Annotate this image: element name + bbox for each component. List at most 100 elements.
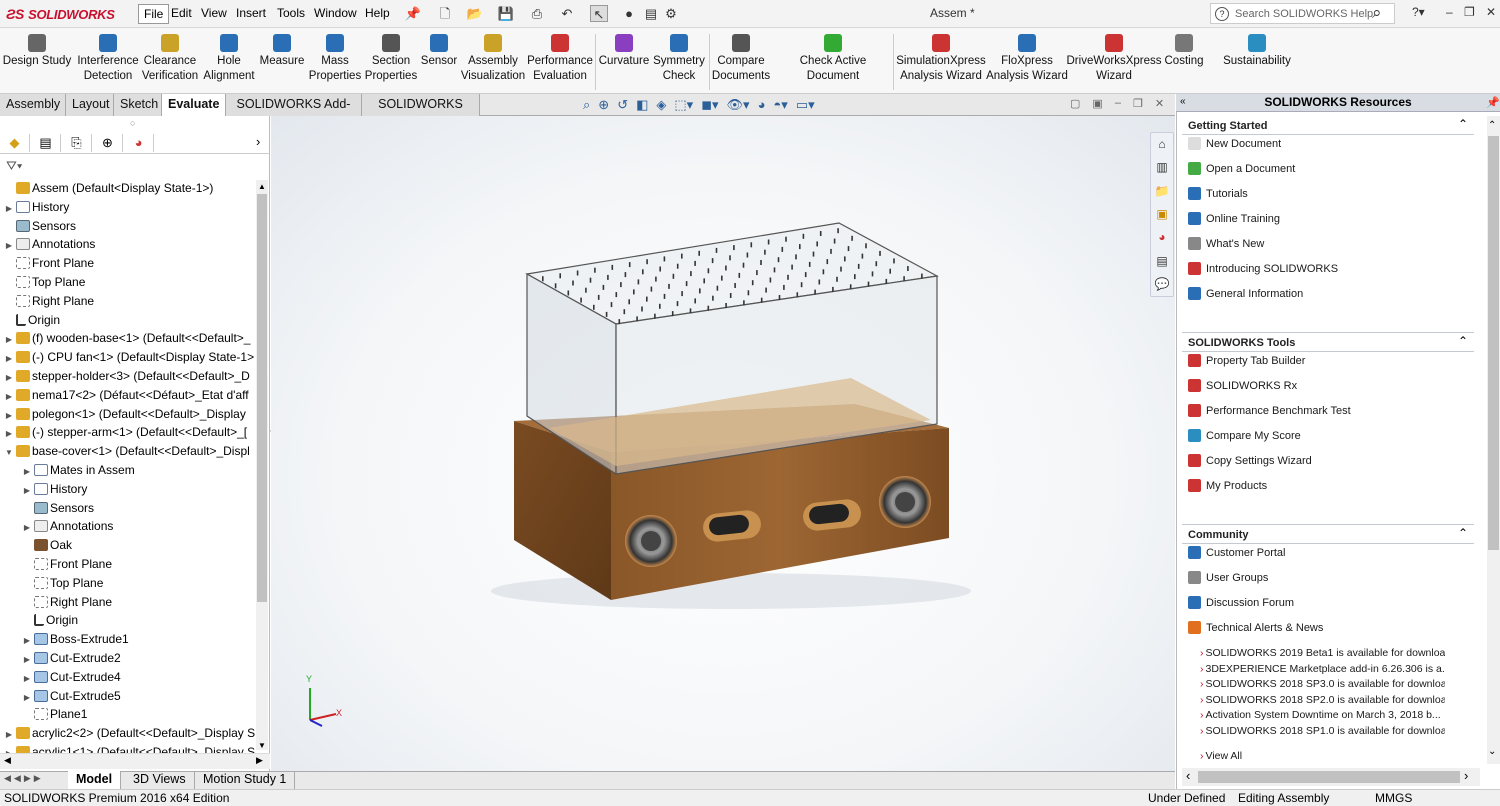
expand-arrow-icon[interactable]: ▼ (4, 444, 14, 460)
view-palette-icon[interactable]: ▣ (1153, 205, 1171, 223)
tab-nav-icon[interactable]: ◀◀▶▶ (4, 773, 44, 784)
expand-arrow-icon[interactable]: ▶ (22, 651, 32, 667)
viewport-split-icon[interactable]: ▢ (1070, 97, 1080, 110)
tree-node[interactable]: ▶ Cut-Extrude5 (22, 687, 276, 705)
bottom-tab-motion-study-1[interactable]: Motion Study 1 (195, 771, 296, 789)
resource-link[interactable]: Tutorials (1188, 187, 1248, 200)
tree-node[interactable]: Right Plane (4, 292, 258, 310)
expand-arrow-icon[interactable]: ▶ (4, 407, 14, 423)
expand-arrow-icon[interactable]: ▶ (4, 726, 14, 742)
resource-link[interactable]: Technical Alerts & News (1188, 621, 1323, 634)
pin-icon[interactable]: 📌 (404, 5, 422, 22)
tree-node[interactable]: Right Plane (22, 593, 276, 611)
zoom-area-icon[interactable]: ⊕ (598, 97, 609, 115)
resource-link[interactable]: New Document (1188, 137, 1281, 150)
news-link[interactable]: › SOLIDWORKS 2019 Beta1 is available for … (1200, 647, 1445, 659)
expand-arrow-icon[interactable]: ▶ (4, 369, 14, 385)
restore-icon[interactable]: ❐ (1464, 5, 1475, 19)
viewport-close-icon[interactable]: ✕ (1155, 97, 1164, 110)
open-icon[interactable]: 📂 (466, 5, 484, 22)
tree-node[interactable]: ▼ base-cover<1> (Default<<Default>_Displ (4, 442, 258, 460)
news-link[interactable]: › SOLIDWORKS 2018 SP1.0 is available for … (1200, 725, 1445, 737)
select-icon[interactable]: ↖ (590, 5, 608, 22)
tree-hscrollbar[interactable] (0, 753, 270, 769)
tree-node[interactable]: ▶ acrylic2<2> (Default<<Default>_Display … (4, 724, 258, 742)
scroll-right-icon[interactable]: ▶ (256, 755, 263, 766)
section-heading-tools[interactable]: SOLIDWORKS Tools (1188, 337, 1295, 349)
tree-node[interactable]: ▶ Cut-Extrude2 (22, 649, 276, 667)
rebuild-icon[interactable]: ● (620, 5, 638, 22)
resource-link[interactable]: General Information (1188, 287, 1303, 300)
tree-node[interactable]: ▶ Annotations (4, 235, 258, 253)
bottom-tab-model[interactable]: Model (68, 771, 122, 789)
tree-node[interactable]: ▶ History (22, 480, 276, 498)
collapse-section-icon[interactable]: ⌃ (1458, 334, 1468, 348)
custom-properties-icon[interactable]: ▤ (1153, 252, 1171, 270)
expand-arrow-icon[interactable]: ▶ (4, 331, 14, 347)
viewport-tile-icon[interactable]: ▣ (1092, 97, 1102, 110)
file-properties-icon[interactable]: ▤ (642, 5, 660, 22)
expand-arrow-icon[interactable]: ▶ (4, 425, 14, 441)
viewport-minimize-icon[interactable]: – (1115, 97, 1121, 110)
expand-arrow-icon[interactable]: ▶ (4, 237, 14, 253)
tree-node[interactable]: Origin (22, 611, 276, 629)
collapse-pane-icon[interactable]: « (1180, 96, 1186, 107)
res-scroll-up-icon[interactable]: ⌃ (1488, 120, 1496, 131)
collapse-section-icon[interactable]: ⌃ (1458, 117, 1468, 131)
graphics-area[interactable] (271, 116, 1175, 771)
tree-node[interactable]: Oak (22, 536, 276, 554)
solidworks-logo[interactable]: ƧS SOLIDWORKS (6, 3, 120, 25)
file-explorer-icon[interactable]: 📁 (1153, 182, 1171, 200)
expand-arrow-icon[interactable]: ▶ (22, 689, 32, 705)
view-orientation-icon[interactable]: ⬚▾ (674, 97, 693, 115)
tab-sketch[interactable]: Sketch (114, 94, 162, 116)
expand-arrow-icon[interactable]: ▶ (22, 463, 32, 479)
menu-edit[interactable]: Edit (166, 4, 197, 24)
resource-link[interactable]: Property Tab Builder (1188, 354, 1305, 367)
tree-node[interactable]: Plane1 (22, 705, 276, 723)
res-scroll-left-icon[interactable]: ‹ (1186, 768, 1190, 783)
panel-grip-icon[interactable]: ○ (130, 118, 135, 128)
news-link[interactable]: › SOLIDWORKS 2018 SP2.0 is available for … (1200, 694, 1445, 706)
home-icon[interactable]: ⌂ (1153, 135, 1171, 153)
property-manager-tab-icon[interactable]: ▤ (31, 134, 61, 152)
menu-help[interactable]: Help (360, 4, 395, 24)
resource-link[interactable]: My Products (1188, 479, 1267, 492)
scroll-down-icon[interactable]: ▼ (258, 741, 266, 750)
tab-solidworks-mbd[interactable]: SOLIDWORKS MBD (362, 94, 480, 132)
ribbon-button-18[interactable]: Sustainability (1197, 34, 1317, 69)
res-scroll-down-icon[interactable]: ⌄ (1488, 746, 1496, 757)
tree-node[interactable]: ▶ nema17<2> (Défaut<<Défaut>_Etat d'aff (4, 386, 258, 404)
tree-node[interactable]: ▶ Mates in Assem (22, 461, 276, 479)
design-library-icon[interactable]: ▥ (1153, 158, 1171, 176)
view-all-link[interactable]: › View All (1200, 750, 1445, 762)
tab-layout[interactable]: Layout (66, 94, 114, 116)
panel-expand-icon[interactable]: › (256, 134, 260, 149)
news-link[interactable]: › Activation System Downtime on March 3, … (1200, 709, 1445, 721)
hide-show-icon[interactable]: 👁▾ (727, 97, 750, 115)
appearances-icon[interactable]: ◕ (1153, 228, 1171, 246)
res-scroll-right-icon[interactable]: › (1464, 768, 1468, 783)
tree-node[interactable]: Sensors (4, 217, 258, 235)
menu-tools[interactable]: Tools (272, 4, 310, 24)
menu-insert[interactable]: Insert (231, 4, 271, 24)
undo-icon[interactable]: ↶ (558, 5, 576, 22)
expand-arrow-icon[interactable]: ▶ (4, 388, 14, 404)
tree-node[interactable]: Front Plane (22, 555, 276, 573)
tree-node[interactable]: ▶ (-) CPU fan<1> (Default<Display State-1… (4, 348, 258, 366)
tree-node[interactable]: ▶ (f) wooden-base<1> (Default<<Default>_ (4, 329, 258, 347)
display-manager-tab-icon[interactable]: ◕ (124, 134, 154, 152)
tree-scroll-thumb[interactable] (257, 194, 267, 602)
tree-node[interactable]: Assem (Default<Display State-1>) (4, 179, 258, 197)
news-link[interactable]: › SOLIDWORKS 2018 SP3.0 is available for … (1200, 678, 1445, 690)
expand-arrow-icon[interactable]: ▶ (22, 632, 32, 648)
tab-assembly[interactable]: Assembly (0, 94, 66, 116)
resources-scroll-thumb[interactable] (1488, 136, 1499, 550)
tree-node[interactable]: ▶ History (4, 198, 258, 216)
tree-node[interactable]: Sensors (22, 499, 276, 517)
tree-node[interactable]: Top Plane (22, 574, 276, 592)
section-heading-getting_started[interactable]: Getting Started (1188, 120, 1267, 132)
search-icon[interactable]: ⌕ (1372, 3, 1382, 23)
bottom-tab-3d-views[interactable]: 3D Views (125, 771, 195, 789)
dimxpert-tab-icon[interactable]: ⊕ (93, 134, 123, 152)
